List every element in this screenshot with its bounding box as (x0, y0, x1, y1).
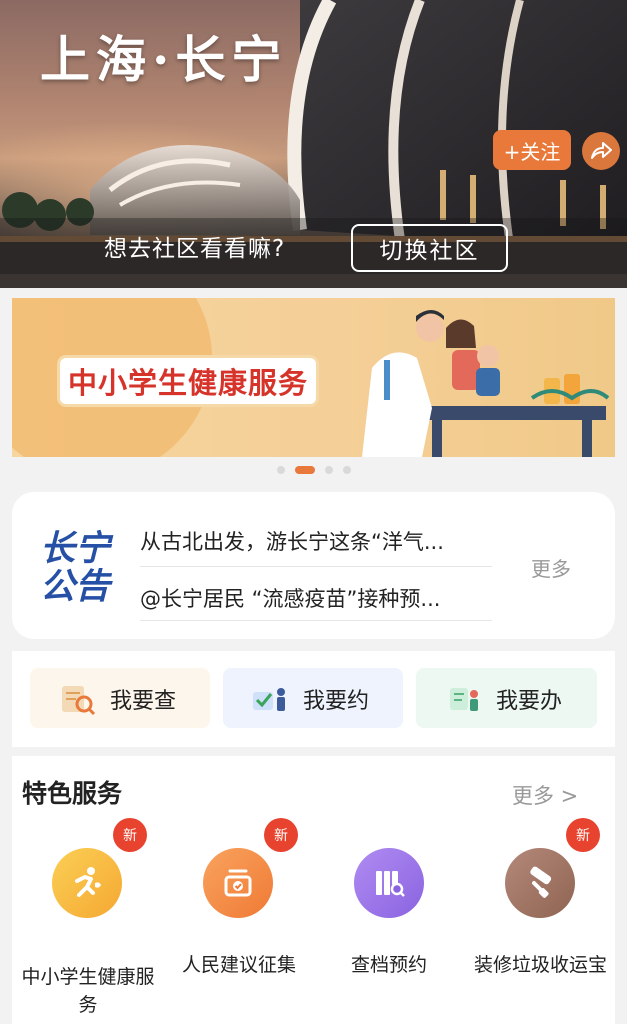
service-label: 人民建议征集 (181, 954, 296, 976)
new-badge: 新 (566, 818, 600, 852)
notice-more-link[interactable]: 更多 (531, 553, 571, 582)
hero-header: 上海·长宁 +关注 (0, 0, 627, 288)
community-bar (0, 218, 627, 274)
search-document-icon (62, 686, 96, 716)
new-badge: 新 (113, 818, 147, 852)
service-label-line2: 务 (78, 994, 98, 1016)
notice-divider (140, 620, 492, 621)
notice-item[interactable]: 从古北出发，游长宁这条“洋气... (140, 526, 444, 556)
share-arrow-icon (591, 142, 612, 159)
service-public-suggestion[interactable] (203, 848, 273, 918)
service-label: 查档预约 (350, 954, 427, 976)
carousel-dot[interactable] (324, 466, 333, 474)
city-title: 上海·长宁 (40, 30, 288, 89)
switch-community-button[interactable]: 切换社区 (351, 224, 508, 272)
archive-search-icon (376, 871, 405, 897)
service-archive-appointment[interactable] (354, 848, 424, 918)
follow-button[interactable]: +关注 (493, 130, 571, 170)
service-renovation-waste[interactable] (505, 848, 575, 918)
notice-item[interactable]: @长宁居民 “流感疫苗”接种预... (140, 583, 440, 613)
carousel-dot[interactable] (276, 466, 285, 474)
notice-divider (140, 566, 492, 567)
service-label: 装修垃圾收运宝 (473, 954, 607, 976)
quick-action-label: 我要查 (110, 689, 177, 714)
new-badge: 新 (264, 818, 298, 852)
appointment-check-icon (253, 688, 285, 711)
paint-roller-icon (530, 866, 552, 898)
quick-action-label: 我要办 (496, 689, 563, 714)
carousel-dot[interactable] (342, 466, 351, 474)
service-handling-icon (450, 688, 478, 711)
quick-action-query[interactable]: 我要查 (30, 668, 210, 728)
notice-logo-line1: 长宁 (40, 529, 111, 569)
share-button[interactable] (582, 132, 620, 170)
community-prompt: 想去社区看看嘛? (104, 236, 286, 262)
service-label-line1: 中小学生健康服 (21, 966, 155, 988)
carousel-indicator (0, 466, 627, 474)
quick-action-label: 我要约 (303, 689, 370, 714)
quick-action-handle[interactable]: 我要办 (416, 668, 597, 728)
featured-title: 特色服务 (22, 779, 123, 808)
quick-action-appointment[interactable]: 我要约 (223, 668, 403, 728)
carousel-dot-active[interactable] (294, 466, 315, 474)
suggestion-box-icon (224, 869, 252, 897)
featured-more-link[interactable]: 更多 > (512, 780, 578, 810)
service-student-health[interactable] (52, 848, 122, 918)
service-label: 中小学生健康服 务 (17, 963, 159, 1019)
notice-logo-line2: 公告 (40, 567, 111, 607)
notice-logo: 长宁 公告 (40, 530, 112, 606)
banner-title: 中小学生健康服务 (60, 358, 317, 404)
running-person-icon (75, 867, 101, 897)
